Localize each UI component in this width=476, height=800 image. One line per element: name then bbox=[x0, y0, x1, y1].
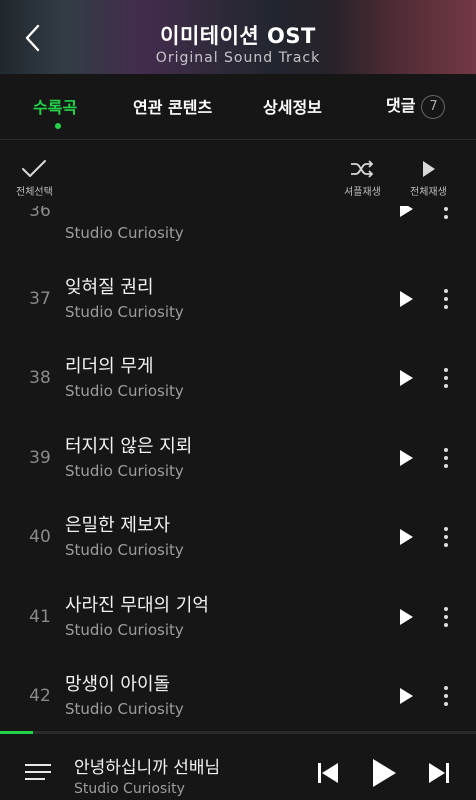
track-title: 사라진 무대의 기억 bbox=[65, 594, 209, 616]
playback-progress-fill bbox=[0, 731, 34, 734]
play-icon[interactable] bbox=[396, 289, 416, 309]
play-icon bbox=[423, 161, 436, 177]
track-number: 41 bbox=[29, 606, 51, 627]
more-options-icon[interactable] bbox=[438, 447, 454, 469]
select-all-label: 전체선택 bbox=[16, 187, 53, 198]
play-icon[interactable] bbox=[396, 527, 416, 547]
tab-comments[interactable]: 댓글 7 bbox=[386, 92, 446, 119]
track-artist: Studio Curiosity bbox=[65, 302, 184, 321]
track-number: 36 bbox=[29, 206, 51, 221]
track-row[interactable]: 39 터지지 않은 지뢰 Studio Curiosity bbox=[0, 414, 476, 494]
album-header: 이미테이션 OST Original Sound Track bbox=[0, 0, 476, 74]
track-row[interactable]: 40 은밀한 제보자 Studio Curiosity bbox=[0, 493, 476, 573]
track-artist: Studio Curiosity bbox=[65, 224, 184, 242]
page-subtitle: Original Sound Track bbox=[155, 50, 321, 66]
play-all-button[interactable]: 전체재생 bbox=[410, 159, 447, 198]
play-icon[interactable] bbox=[370, 757, 398, 789]
play-icon[interactable] bbox=[396, 206, 416, 219]
track-row[interactable]: 37 잊혀질 권리 Studio Curiosity bbox=[0, 255, 476, 335]
playback-progress-bar[interactable] bbox=[0, 731, 476, 734]
more-options-icon[interactable] bbox=[438, 288, 454, 310]
tab-tracks[interactable]: 수록곡 bbox=[33, 94, 77, 118]
shuffle-icon bbox=[351, 160, 374, 178]
track-title: 리더의 무게 bbox=[65, 356, 154, 377]
more-options-icon[interactable] bbox=[438, 606, 454, 628]
track-row[interactable]: 41 사라진 무대의 기억 Studio Curiosity bbox=[0, 573, 476, 653]
tab-details[interactable]: 상세정보 bbox=[263, 94, 322, 118]
play-icon[interactable] bbox=[396, 448, 416, 468]
track-number: 42 bbox=[29, 686, 51, 706]
track-artist: Studio Curiosity bbox=[65, 461, 184, 480]
track-row[interactable]: 42 망생이 아이돌 Studio Curiosity bbox=[0, 652, 476, 732]
page-title: 이미테이션 OST bbox=[160, 24, 316, 48]
track-row[interactable]: 36 Studio Curiosity bbox=[0, 206, 476, 255]
active-tab-indicator bbox=[55, 123, 61, 129]
more-options-icon[interactable] bbox=[438, 526, 454, 548]
track-list: 36 Studio Curiosity 37 잊혀질 권리 Studio Cur… bbox=[0, 206, 476, 732]
next-track-icon[interactable] bbox=[428, 761, 450, 785]
more-options-icon[interactable] bbox=[438, 685, 454, 707]
now-playing-title: 안녕하십니까 선배님 bbox=[74, 758, 221, 778]
track-title: 망생이 아이돌 bbox=[65, 674, 171, 695]
previous-track-icon[interactable] bbox=[317, 761, 339, 785]
more-options-icon[interactable] bbox=[438, 206, 454, 220]
playlist-icon[interactable] bbox=[24, 763, 52, 785]
track-artist: Studio Curiosity bbox=[65, 382, 184, 400]
comment-count-badge: 7 bbox=[421, 94, 446, 119]
play-icon[interactable] bbox=[396, 686, 416, 706]
track-title: 터지지 않은 지뢰 bbox=[65, 435, 193, 457]
select-all-button[interactable]: 전체선택 bbox=[16, 159, 53, 198]
track-number: 37 bbox=[29, 288, 51, 309]
track-number: 38 bbox=[29, 368, 51, 388]
track-artist: Studio Curiosity bbox=[65, 700, 184, 718]
tab-related-content[interactable]: 연관 콘텐츠 bbox=[133, 94, 212, 118]
shuffle-play-label: 셔플재생 bbox=[344, 187, 381, 198]
play-icon[interactable] bbox=[396, 368, 416, 388]
play-icon[interactable] bbox=[396, 607, 416, 627]
track-number: 40 bbox=[29, 527, 51, 547]
track-row[interactable]: 38 리더의 무게 Studio Curiosity bbox=[0, 334, 476, 414]
checkmark-icon bbox=[22, 160, 47, 177]
more-options-icon[interactable] bbox=[438, 367, 454, 389]
action-bar: 전체선택 셔플재생 전체재생 bbox=[0, 141, 476, 213]
track-title: 은밀한 제보자 bbox=[65, 515, 171, 536]
track-artist: Studio Curiosity bbox=[65, 541, 184, 559]
shuffle-play-button[interactable]: 셔플재생 bbox=[344, 159, 381, 198]
tab-comments-label: 댓글 bbox=[386, 96, 416, 115]
track-artist: Studio Curiosity bbox=[65, 620, 184, 639]
play-all-label: 전체재생 bbox=[410, 187, 447, 198]
track-title: 잊혀질 권리 bbox=[65, 276, 154, 298]
tab-bar: 수록곡 연관 콘텐츠 상세정보 댓글 7 bbox=[0, 74, 476, 140]
track-number: 39 bbox=[29, 447, 51, 468]
mini-player[interactable]: 안녕하십니까 선배님 Studio Curiosity bbox=[0, 731, 476, 800]
now-playing-artist: Studio Curiosity bbox=[74, 781, 185, 797]
